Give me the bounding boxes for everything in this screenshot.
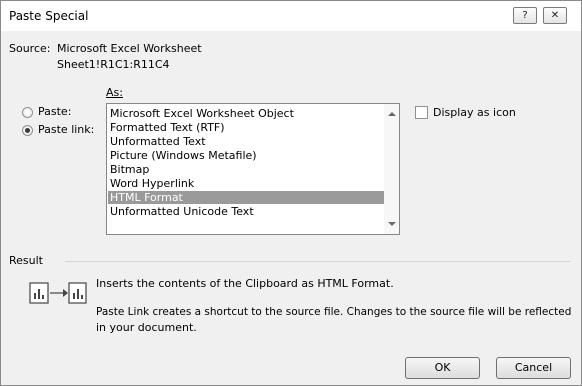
display-as-icon-label[interactable]: Display as icon [433,106,516,119]
close-icon: ✕ [550,10,560,21]
paste-link-icon [29,282,87,304]
ok-button[interactable]: OK [405,357,480,379]
dialog-body: Source: Microsoft Excel Worksheet Sheet1… [1,32,581,385]
as-format-listbox[interactable]: Microsoft Excel Worksheet Object Formatt… [106,103,400,235]
list-item[interactable]: Formatted Text (RTF) [108,121,387,134]
display-as-icon-checkbox[interactable] [415,106,428,119]
list-item[interactable]: Bitmap [108,163,387,176]
scroll-down-icon[interactable] [388,222,396,226]
listbox-scrollbar[interactable] [384,104,399,234]
result-description: Inserts the contents of the Clipboard as… [96,277,394,290]
result-link-description: Paste Link creates a shortcut to the sou… [96,306,572,318]
list-item-selected[interactable]: HTML Format [108,191,387,204]
scroll-up-icon[interactable] [388,112,396,116]
cancel-button[interactable]: Cancel [496,357,571,379]
title-bar: Paste Special ? ✕ [1,1,581,31]
result-label: Result [9,254,43,267]
list-item[interactable]: Picture (Windows Metafile) [108,149,387,162]
help-icon: ? [522,10,528,21]
source-range: Sheet1!R1C1:R11C4 [57,58,170,71]
list-item[interactable]: Microsoft Excel Worksheet Object [108,107,387,120]
dialog-title: Paste Special [9,9,89,23]
list-item[interactable]: Unformatted Text [108,135,387,148]
paste-radio[interactable] [22,107,33,118]
paste-special-dialog: Paste Special ? ✕ Source: Microsoft Exce… [0,0,582,386]
list-item[interactable]: Unformatted Unicode Text [108,205,387,218]
paste-radio-label[interactable]: Paste: [38,105,71,118]
source-label: Source: [9,42,51,55]
result-link-description-cont: in your document. [96,321,197,334]
result-divider [65,261,571,262]
help-button[interactable]: ? [513,7,537,24]
paste-link-radio[interactable] [22,125,33,136]
as-label: As: [106,86,123,99]
paste-link-radio-label[interactable]: Paste link: [38,123,94,136]
source-name: Microsoft Excel Worksheet [57,42,202,55]
close-button[interactable]: ✕ [543,7,567,24]
list-item[interactable]: Word Hyperlink [108,177,387,190]
